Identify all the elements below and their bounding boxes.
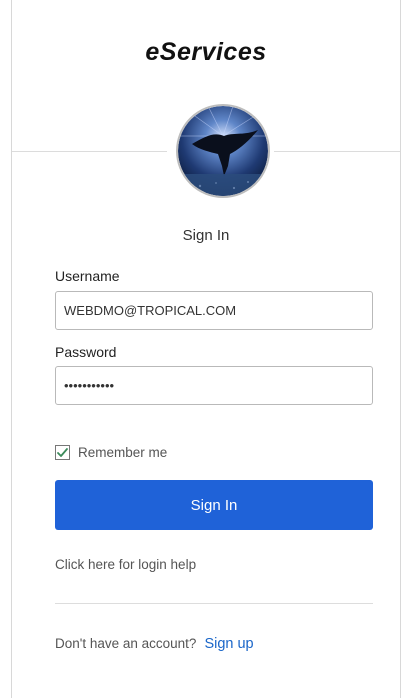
password-label: Password bbox=[55, 344, 117, 360]
header-rule-right bbox=[274, 151, 400, 152]
login-card: eServices Sign In Username WEBDMO@TROPIC… bbox=[11, 0, 401, 698]
header-rule-left bbox=[12, 151, 167, 152]
manta-ray-logo-icon bbox=[176, 104, 270, 198]
remember-me-label: Remember me bbox=[78, 444, 168, 460]
signup-row: Don't have an account? Sign up bbox=[55, 636, 254, 652]
remember-me-checkbox[interactable] bbox=[55, 444, 70, 460]
login-help-link[interactable]: Click here for login help bbox=[55, 557, 196, 572]
sign-in-button[interactable]: Sign In bbox=[55, 480, 373, 530]
sign-in-heading: Sign In bbox=[182, 227, 230, 244]
sign-up-link[interactable]: Sign up bbox=[204, 636, 253, 652]
username-input[interactable] bbox=[55, 291, 373, 330]
username-label: Username bbox=[55, 268, 120, 284]
checkmark-icon bbox=[57, 447, 68, 457]
password-input[interactable] bbox=[55, 366, 373, 405]
brand-title: eServices bbox=[145, 38, 267, 66]
no-account-text: Don't have an account? bbox=[55, 636, 197, 651]
remember-me-row[interactable]: Remember me bbox=[55, 443, 167, 461]
footer-divider bbox=[55, 603, 373, 604]
